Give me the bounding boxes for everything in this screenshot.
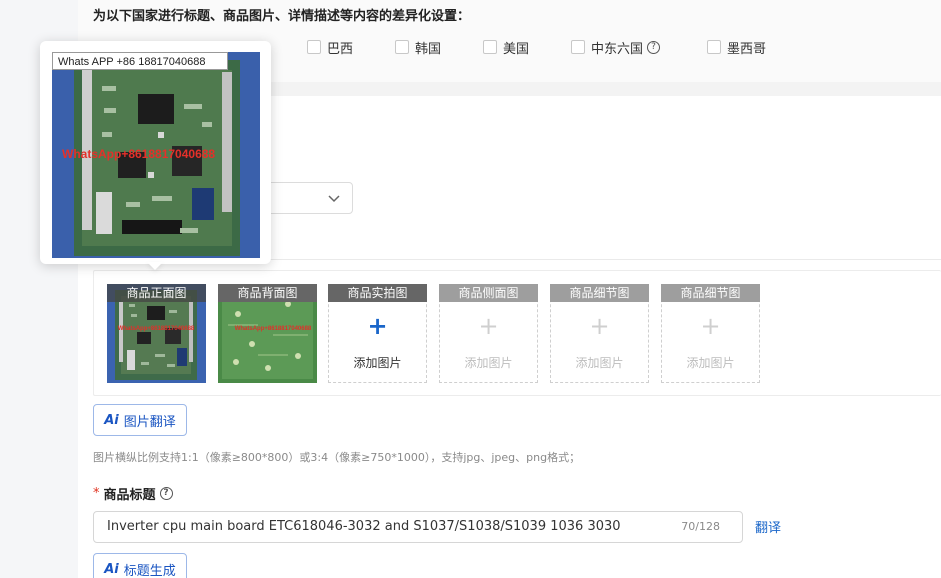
plus-icon[interactable]: + (328, 312, 427, 340)
plus-icon: + (478, 312, 499, 340)
country-label: 巴西 (327, 41, 354, 57)
add-image-label: 添加图片 (353, 356, 402, 370)
product-title-input[interactable]: Inverter cpu main board ETC618046-3032 a… (93, 511, 743, 543)
ai-icon: Ai (104, 412, 119, 428)
button-label: 标题生成 (123, 563, 176, 578)
country-option-middle-east[interactable]: 中东六国 ? (571, 37, 661, 57)
preview-image: Whats APP +86 18817040688 WhatsApp+86188… (52, 52, 260, 258)
section-title: 为以下国家进行标题、商品图片、详情描述等内容的差异化设置： (93, 9, 471, 24)
country-label: 墨西哥 (727, 41, 767, 57)
help-icon[interactable]: ? (159, 487, 173, 500)
slot-label: 商品细节图 (550, 284, 649, 302)
image-format-hint: 图片横纵比例支持1:1（像素≥800*800）或3:4（像素≥750*1000）… (93, 451, 581, 464)
checkbox[interactable] (707, 40, 721, 54)
checkbox[interactable] (395, 40, 409, 54)
country-label: 美国 (503, 41, 530, 57)
ai-icon: Ai (104, 561, 119, 577)
watermark-text: Whats APP +86 18817040688 (52, 52, 228, 70)
slot-label: 商品正面图 (107, 284, 206, 302)
checkbox[interactable] (483, 40, 497, 54)
title-generate-button[interactable]: Ai 标题生成 (93, 553, 187, 578)
title-field-label: * 商品标题 ? (93, 484, 173, 503)
country-option-usa[interactable]: 美国 (483, 37, 529, 57)
add-image-label: 添加图片 (464, 356, 513, 370)
image-translate-button[interactable]: Ai 图片翻译 (93, 404, 187, 436)
image-slot-side: 商品侧面图 + 添加图片 (439, 284, 538, 383)
slot-label: 商品侧面图 (439, 284, 538, 302)
checkbox[interactable] (307, 40, 321, 54)
label-text: 商品标题 (103, 488, 156, 503)
button-label: 图片翻译 (123, 414, 176, 430)
country-option-brazil[interactable]: 巴西 (307, 37, 353, 57)
required-marker: * (93, 486, 100, 501)
add-image-label: 添加图片 (575, 356, 624, 370)
slot-label: 商品实拍图 (328, 284, 427, 302)
translate-link[interactable]: 翻译 (755, 517, 781, 536)
svg-text:WhatsApp+8618817040688: WhatsApp+8618817040688 (118, 326, 195, 332)
popup-arrow (147, 262, 163, 270)
add-image-label: 添加图片 (686, 356, 735, 370)
plus-icon: + (589, 312, 610, 340)
slot-label: 商品背面图 (218, 284, 317, 302)
checkbox[interactable] (571, 40, 585, 54)
image-slot-front[interactable]: WhatsApp+8618817040688 商品正面图 (107, 284, 206, 383)
image-slot-real-photo[interactable]: 商品实拍图 + 添加图片 (328, 284, 427, 383)
country-label: 中东六国 (591, 41, 644, 57)
svg-text:WhatsApp+8618817040688: WhatsApp+8618817040688 (235, 326, 312, 332)
overlay-watermark: WhatsApp+8618817040688 (62, 147, 216, 161)
country-option-korea[interactable]: 韩国 (395, 37, 441, 57)
plus-icon: + (700, 312, 721, 340)
help-icon[interactable]: ? (647, 40, 661, 54)
title-value[interactable]: Inverter cpu main board ETC618046-3032 a… (107, 519, 621, 534)
image-slot-detail-1: 商品细节图 + 添加图片 (550, 284, 649, 383)
slot-label: 商品细节图 (661, 284, 760, 302)
country-option-mexico[interactable]: 墨西哥 (707, 37, 766, 57)
char-count: 70/128 (681, 520, 720, 533)
image-slot-detail-2: 商品细节图 + 添加图片 (661, 284, 760, 383)
chevron-down-icon (328, 192, 340, 206)
image-slot-back[interactable]: WhatsApp+8618817040688 商品背面图 (218, 284, 317, 383)
image-preview-popup: Whats APP +86 18817040688 WhatsApp+86188… (40, 41, 271, 264)
country-label: 韩国 (415, 41, 442, 57)
